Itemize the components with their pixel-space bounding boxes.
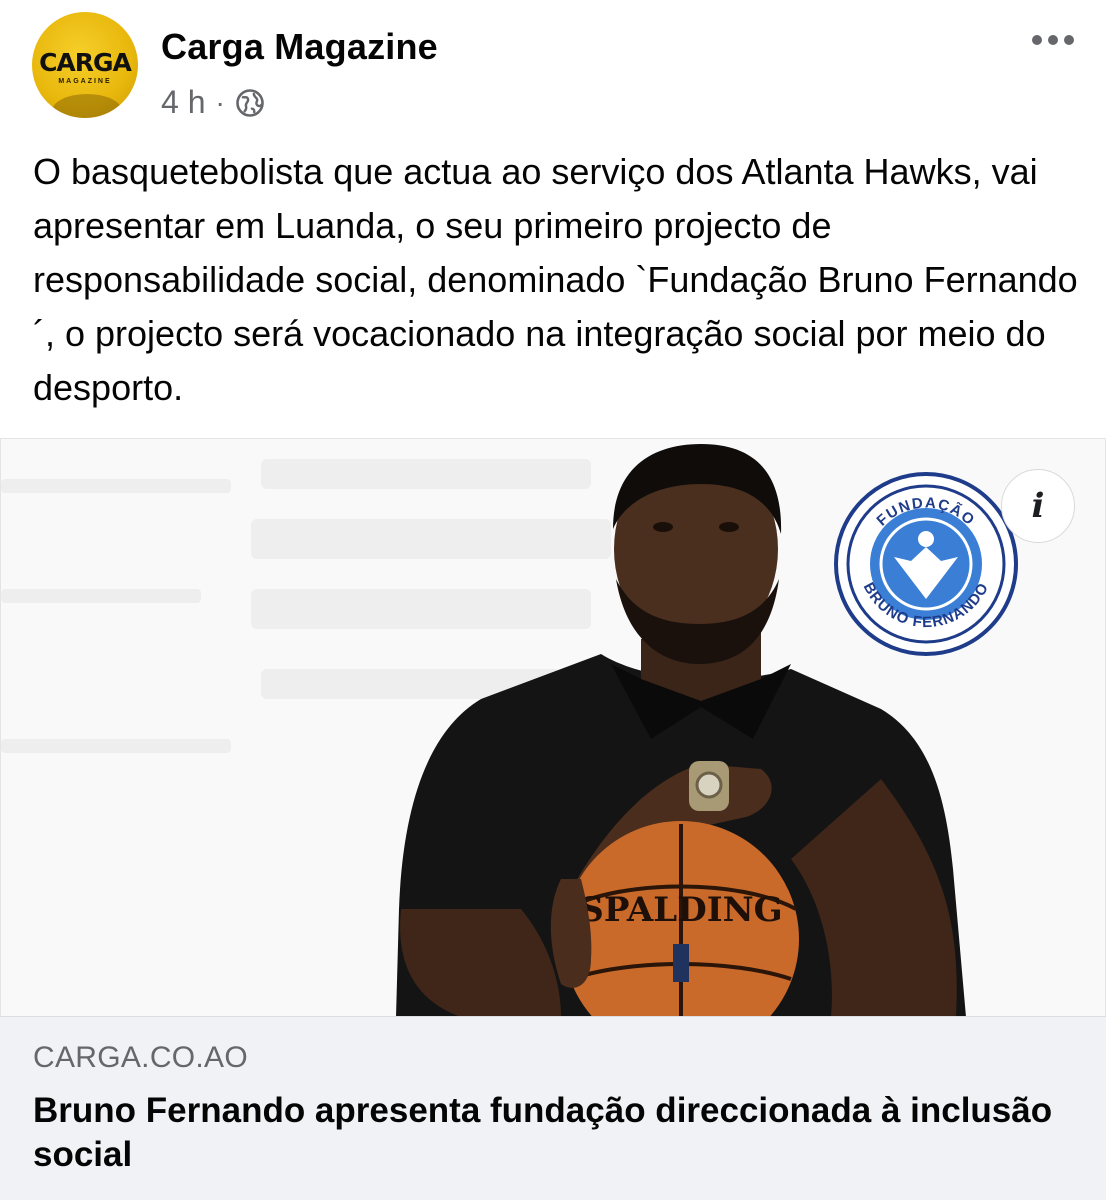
link-preview-image[interactable]: SPALDING FUNDAÇÃO BRUNO FERNANDO i bbox=[0, 438, 1106, 1016]
meta-separator: · bbox=[215, 86, 225, 118]
foundation-logo: FUNDAÇÃO BRUNO FERNANDO bbox=[834, 472, 1018, 656]
avatar-sub-text: MAGAZINE bbox=[58, 78, 112, 85]
link-domain: CARGA.CO.AO bbox=[33, 1041, 248, 1074]
page-avatar[interactable]: CARGA MAGAZINE bbox=[32, 12, 138, 118]
link-title[interactable]: Bruno Fernando apresenta fundação direcc… bbox=[33, 1089, 1073, 1177]
facebook-post: CARGA MAGAZINE Carga Magazine 4 h · O ba… bbox=[0, 0, 1106, 1200]
more-dot bbox=[1048, 35, 1058, 45]
page-name-link[interactable]: Carga Magazine bbox=[161, 26, 438, 68]
globe-icon[interactable] bbox=[235, 88, 265, 118]
post-timestamp[interactable]: 4 h bbox=[161, 84, 205, 121]
ball-brand-text: SPALDING bbox=[579, 890, 782, 930]
more-options-button[interactable] bbox=[1020, 20, 1086, 60]
avatar-brand-text: CARGA bbox=[39, 48, 132, 77]
link-preview-card[interactable]: SPALDING FUNDAÇÃO BRUNO FERNANDO i CARGA… bbox=[0, 438, 1106, 1200]
post-meta: 4 h · bbox=[161, 84, 265, 121]
avatar-shade bbox=[52, 94, 122, 118]
post-text: O basquetebolista que actua ao serviço d… bbox=[33, 151, 1078, 408]
info-icon[interactable]: i bbox=[1001, 469, 1075, 543]
more-horizontal-icon bbox=[1032, 35, 1042, 45]
more-dot bbox=[1064, 35, 1074, 45]
link-preview-footer[interactable]: CARGA.CO.AO Bruno Fernando apresenta fun… bbox=[0, 1016, 1106, 1200]
